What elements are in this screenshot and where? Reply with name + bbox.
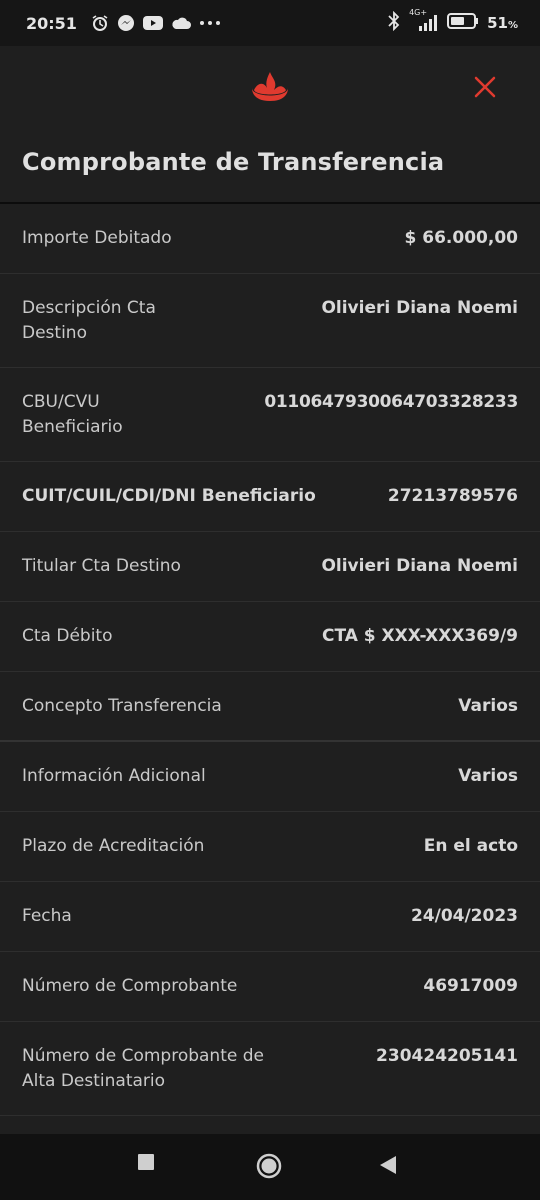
bluetooth-icon [387,10,401,35]
detail-row-concepto: Concepto Transferencia Varios [0,672,540,742]
detail-row-info-adicional: Información Adicional Varios [0,742,540,812]
detail-value: 24/04/2023 [410,906,518,926]
detail-row-comprobante-alta: Número de Comprobante de Alta Destinatar… [0,1022,540,1116]
detail-value: Varios [458,695,518,716]
status-bar: 20:51 4G+ 51% [0,0,540,46]
alarm-icon [91,14,109,32]
network-type: 4G+ [409,8,428,17]
header: Comprobante de Transferencia [0,46,540,202]
detail-label: Cta Débito [22,626,113,646]
detail-row-cbu: CBU/CVU Beneficiario 0110647930064703328… [0,368,540,462]
circle-home-icon [256,1153,282,1179]
detail-label: CUIT/CUIL/CDI/DNI Beneficiario [22,486,316,506]
detail-value: 27213789576 [387,486,518,506]
detail-row-descripcion: Descripción Cta Destino Olivieri Diana N… [0,274,540,368]
battery-icon [447,13,479,33]
detail-label: Concepto Transferencia [22,695,222,716]
detail-row-importe: Importe Debitado $ 66.000,00 [0,204,540,274]
detail-row-cuit: CUIT/CUIL/CDI/DNI Beneficiario 272137895… [0,462,540,532]
detail-label: Número de Comprobante [22,976,238,996]
detail-label: Importe Debitado [22,228,172,248]
detail-row-cta-debito: Cta Débito CTA $ XXX-XXX369/9 [0,602,540,672]
square-recents-icon [138,1154,154,1170]
detail-row-numero-comprobante: Número de Comprobante 46917009 [0,952,540,1022]
transfer-details: Importe Debitado $ 66.000,00 Descripción… [0,204,540,1116]
status-right: 4G+ 51% [387,8,518,35]
youtube-icon [142,15,163,31]
page-title: Comprobante de Transferencia [22,148,445,176]
detail-value: Olivieri Diana Noemi [321,556,518,576]
detail-value: CTA $ XXX-XXX369/9 [321,626,518,646]
detail-row-plazo: Plazo de Acreditación En el acto [0,812,540,882]
detail-value: Varios [458,766,518,786]
detail-label: Titular Cta Destino [22,556,181,576]
detail-row-fecha: Fecha 24/04/2023 [0,882,540,952]
signal-icon: 4G+ [409,8,439,32]
detail-label: Plazo de Acreditación [22,836,205,856]
detail-value: $ 66.000,00 [404,228,518,248]
detail-value: 230424205141 [376,1046,518,1066]
cloud-icon [171,16,191,30]
recents-button[interactable] [137,1153,155,1175]
detail-value: 0110647930064703328233 [264,392,518,412]
santander-flame-icon [250,68,290,104]
status-time: 20:51 [26,13,77,33]
back-button[interactable] [378,1154,398,1180]
home-button[interactable] [255,1152,283,1184]
detail-label: Número de Comprobante de Alta Destinatar… [22,1046,264,1091]
more-notifications-icon [199,20,221,26]
triangle-back-icon [380,1156,396,1174]
detail-value: Olivieri Diana Noemi [321,298,518,318]
detail-label: Fecha [22,906,72,926]
detail-value: En el acto [423,836,518,856]
detail-row-titular: Titular Cta Destino Olivieri Diana Noemi [0,532,540,602]
battery-level: 51% [487,14,518,32]
detail-label: Descripción Cta Destino [22,298,156,343]
close-button[interactable] [470,72,500,102]
close-icon [474,76,496,98]
detail-value: 46917009 [423,976,518,996]
messenger-icon [117,14,135,32]
detail-label: CBU/CVU Beneficiario [22,392,123,437]
detail-label: Información Adicional [22,766,206,786]
